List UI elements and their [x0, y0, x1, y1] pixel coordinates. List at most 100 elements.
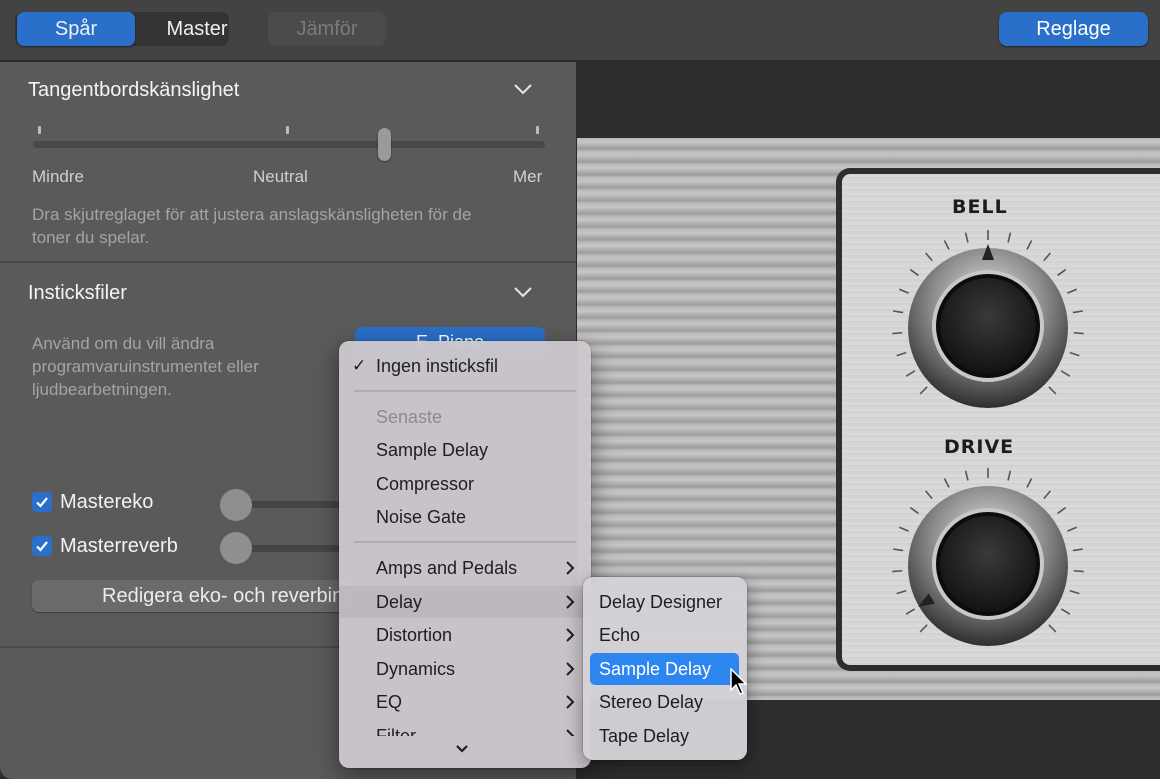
master-reverb-label: Masterreverb [60, 535, 178, 558]
menu-item-label: EQ [376, 692, 402, 712]
scale-label-neutral: Neutral [253, 167, 308, 187]
scroll-down-icon[interactable] [454, 743, 470, 755]
submenu-item[interactable]: Echo [590, 619, 739, 651]
master-reverb-checkbox[interactable] [32, 536, 52, 556]
menu-item-category[interactable]: Filter [339, 724, 591, 736]
velocity-slider-thumb[interactable] [378, 128, 391, 161]
menu-item-label: Distortion [376, 625, 452, 645]
knob-tick [1067, 527, 1076, 531]
menu-item-category[interactable]: Distortion [339, 619, 591, 651]
knob-tick [910, 270, 918, 276]
delay-submenu: Delay Designer Echo Sample Delay Stereo … [583, 577, 747, 760]
chevron-right-icon [565, 628, 575, 642]
slider-tick [38, 126, 41, 134]
menu-item-recent[interactable]: Compressor [339, 468, 591, 500]
menu-item-category[interactable]: Delay [339, 586, 591, 618]
view-segmented-control: Spår Master [15, 12, 229, 46]
knob-graphic [888, 226, 1088, 426]
menu-separator [354, 390, 576, 392]
menu-item-category[interactable]: Dynamics [339, 653, 591, 685]
slider-tick [286, 126, 289, 134]
plugins-help: Använd om du vill ändra programvaruinstr… [32, 332, 322, 401]
menu-item-label: Amps and Pedals [376, 558, 517, 578]
checkmark-icon [35, 539, 49, 553]
knob-tick [906, 609, 915, 614]
chevron-down-icon[interactable] [512, 281, 534, 303]
keyboard-sensitivity-help: Dra skjutreglaget för att justera anslag… [32, 203, 512, 249]
plugins-title: Insticksfiler [28, 282, 127, 305]
knob-tick [1008, 233, 1010, 243]
master-echo-label: Mastereko [60, 491, 153, 514]
drive-knob[interactable] [888, 464, 1088, 664]
knob-tick [897, 591, 907, 594]
checkmark-icon [35, 495, 49, 509]
amp-faceplate: BELL DRIVE [836, 168, 1160, 671]
knob-tick [1073, 311, 1083, 313]
submenu-item[interactable]: Tape Delay [590, 720, 739, 752]
knob-tick [1049, 387, 1056, 394]
menu-item-label: Dynamics [376, 659, 455, 679]
compare-button[interactable]: Jämför [268, 12, 386, 46]
menu-item-no-plugin[interactable]: ✓ Ingen insticksfil [339, 350, 591, 382]
knob-tick [1070, 591, 1080, 594]
knob-tick [944, 240, 949, 249]
tab-track[interactable]: Spår [17, 12, 135, 46]
chevron-down-icon[interactable] [512, 78, 534, 100]
knob-tick [1049, 625, 1056, 632]
knob-tick [906, 371, 915, 376]
knob-tick [966, 233, 968, 243]
knob-tick [1058, 270, 1066, 276]
submenu-item[interactable]: Delay Designer [590, 586, 739, 618]
menu-item-label: Ingen insticksfil [376, 356, 498, 376]
knob-tick [893, 549, 903, 551]
master-echo-row: Mastereko [32, 490, 153, 514]
knob-tick [899, 527, 908, 531]
edit-echo-reverb-button[interactable]: Redigera eko- och reverbinställningar [32, 580, 352, 612]
master-reverb-row: Masterreverb [32, 534, 178, 558]
knob-tick [899, 289, 908, 293]
scale-label-less: Mindre [32, 167, 84, 187]
knob-tick [926, 253, 932, 261]
menu-item-category[interactable]: EQ [339, 686, 591, 718]
menu-item-recent[interactable]: Sample Delay [339, 434, 591, 466]
master-reverb-slider-thumb[interactable] [220, 532, 252, 564]
knob-tick [1044, 491, 1050, 499]
chevron-right-icon [565, 595, 575, 609]
knob-cap [938, 276, 1038, 376]
master-echo-slider-thumb[interactable] [220, 489, 252, 521]
controls-button[interactable]: Reglage [999, 12, 1148, 46]
knob-tick [1073, 549, 1083, 551]
knob-tick [944, 478, 949, 487]
chevron-right-icon [565, 695, 575, 709]
tab-master[interactable]: Master [137, 12, 257, 46]
master-echo-checkbox[interactable] [32, 492, 52, 512]
knob-tick [1008, 471, 1010, 481]
section-divider [0, 261, 576, 263]
knob-tick [893, 311, 903, 313]
menu-clip: Filter [339, 724, 591, 736]
menu-header-recent: Senaste [339, 401, 591, 433]
menu-item-category[interactable]: Amps and Pedals [339, 552, 591, 584]
knob-tick [1027, 478, 1032, 487]
menu-item-label: Filter [376, 726, 416, 736]
submenu-item[interactable]: Stereo Delay [590, 686, 739, 718]
knob-tick [920, 625, 927, 632]
velocity-slider-track[interactable] [33, 141, 545, 148]
master-echo-slider-track[interactable] [236, 501, 346, 508]
knob-tick [1044, 253, 1050, 261]
knob-tick [926, 491, 932, 499]
chevron-right-icon [565, 662, 575, 676]
master-reverb-slider-track[interactable] [236, 545, 346, 552]
scale-label-more: Mer [513, 167, 542, 187]
knob-tick [966, 471, 968, 481]
menu-item-recent[interactable]: Noise Gate [339, 501, 591, 533]
drive-knob-label: DRIVE [944, 436, 1014, 458]
knob-cap [938, 514, 1038, 614]
plugin-menu: ✓ Ingen insticksfil Senaste Sample Delay… [339, 341, 591, 768]
toolbar: Spår Master Jämför Reglage [0, 0, 1160, 61]
knob-tick [1058, 508, 1066, 514]
menu-item-label: Delay [376, 592, 422, 612]
submenu-item-selected[interactable]: Sample Delay [590, 653, 739, 685]
bell-knob[interactable] [888, 226, 1088, 426]
knob-tick [897, 353, 907, 356]
